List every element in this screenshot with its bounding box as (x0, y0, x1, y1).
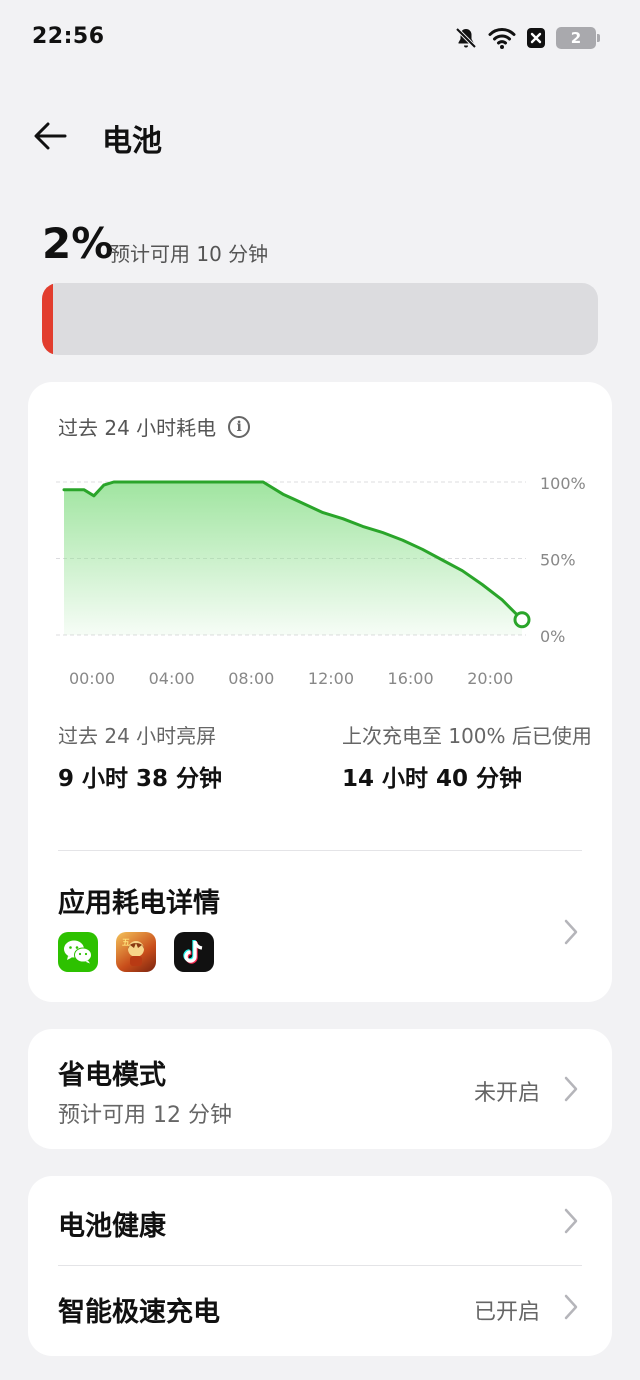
status-time: 22:56 (32, 24, 105, 49)
chart-area (64, 482, 522, 635)
screen-time-label: 过去 24 小时亮屏 (58, 724, 217, 748)
since-charge-value: 14 小时 40 分钟 (342, 766, 523, 792)
chevron-right-icon (560, 1207, 582, 1235)
chevron-right-icon (560, 1075, 582, 1103)
screen-time-stat: 过去 24 小时亮屏 9 小时 38 分钟 (58, 722, 318, 793)
battery-chart: 100% 50% 0% 00:00 04:00 08:00 12:00 16:00 20:00 (28, 452, 612, 702)
x-tick-label: 08:00 (228, 669, 274, 688)
wifi-icon (488, 26, 516, 50)
fast-charge-row[interactable]: 智能极速充电 已开启 (28, 1266, 612, 1356)
usage-stats: 过去 24 小时亮屏 9 小时 38 分钟 上次充电至 100% 后已使用 14… (58, 722, 592, 832)
back-button[interactable] (26, 114, 74, 158)
battery-percent: 2% (42, 219, 114, 268)
battery-summary: 2% 预计可用 10 分钟 (42, 218, 602, 274)
battery-health-label: 电池健康 (58, 1211, 166, 1242)
arrow-left-icon (34, 122, 67, 150)
usage-section-header: 过去 24 小时耗电 i (58, 412, 251, 441)
battery-estimate: 预计可用 10 分钟 (110, 242, 269, 266)
y-tick-label: 100% (540, 474, 586, 493)
battery-health-row[interactable]: 电池健康 (28, 1176, 612, 1265)
battery-level-bar (42, 283, 598, 355)
app-header: 电池 (0, 100, 640, 172)
since-charge-stat: 上次充电至 100% 后已使用 14 小时 40 分钟 (342, 722, 592, 793)
tiktok-icon (174, 932, 214, 972)
battery-health-card: 电池健康 智能极速充电 已开启 (28, 1176, 612, 1356)
status-bar: 22:56 2 (0, 0, 640, 76)
svg-text:五: 五 (122, 938, 130, 947)
fast-charge-status: 已开启 (473, 1300, 540, 1325)
page-title: 电池 (102, 124, 162, 159)
y-tick-label: 50% (540, 551, 576, 570)
screen-time-value: 9 小时 38 分钟 (58, 766, 223, 792)
battery-chart-svg: 100% 50% 0% 00:00 04:00 08:00 12:00 16:00 20:00 (56, 474, 586, 688)
app-details-title: 应用耗电详情 (58, 888, 220, 919)
power-save-title: 省电模式 (58, 1060, 166, 1091)
app-icons: 五 (58, 932, 214, 972)
usage-section-title: 过去 24 小时耗电 (58, 416, 217, 440)
info-icon[interactable]: i (228, 415, 251, 438)
usage-card: 过去 24 小时耗电 i 100% 50% 0% 00:00 04:00 08:00 12:… (28, 382, 612, 1002)
fast-charge-label: 智能极速充电 (58, 1297, 220, 1328)
battery-icon: 2 (556, 27, 600, 49)
chevron-right-icon (560, 918, 582, 946)
close-box-icon (526, 26, 546, 50)
power-save-subtitle: 预计可用 12 分钟 (58, 1103, 232, 1128)
power-save-status: 未开启 (473, 1081, 540, 1106)
notifications-off-icon (454, 26, 478, 50)
x-tick-label: 00:00 (69, 669, 115, 688)
wechat-icon (58, 932, 98, 972)
game-icon: 五 (116, 932, 156, 972)
x-tick-label: 20:00 (467, 669, 513, 688)
status-icons: 2 (454, 24, 600, 52)
x-tick-label: 04:00 (149, 669, 195, 688)
x-tick-label: 16:00 (388, 669, 434, 688)
since-charge-label: 上次充电至 100% 后已使用 (342, 724, 592, 748)
battery-level-fill (42, 283, 54, 355)
power-save-row[interactable]: 省电模式 预计可用 12 分钟 未开启 (28, 1029, 612, 1149)
x-tick-label: 12:00 (308, 669, 354, 688)
y-tick-label: 0% (540, 627, 565, 646)
chart-end-point (513, 611, 531, 629)
chevron-right-icon (560, 1293, 582, 1321)
